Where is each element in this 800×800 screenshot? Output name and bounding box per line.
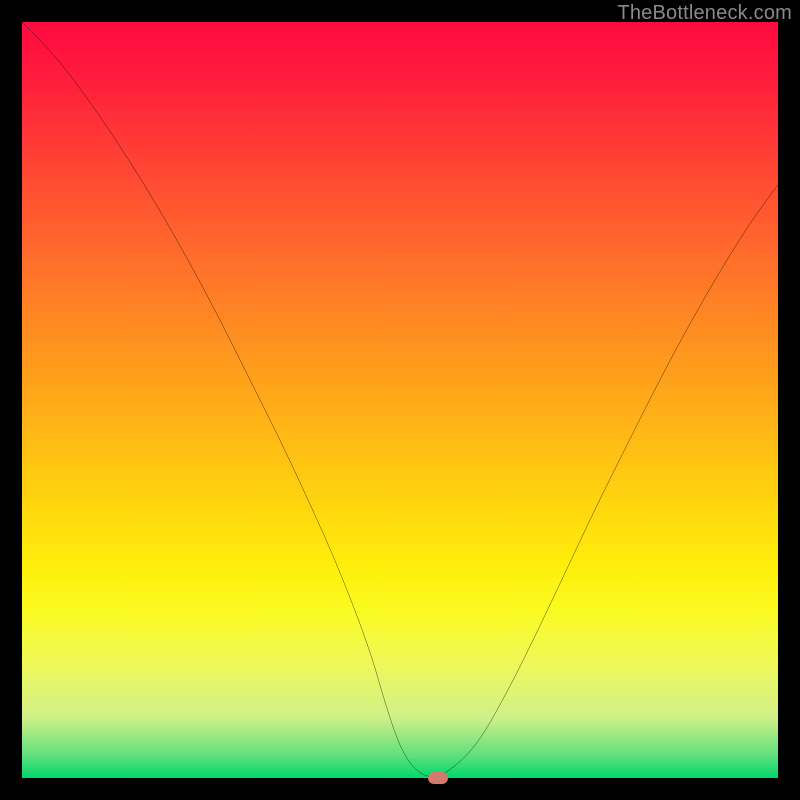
bottleneck-curve — [22, 22, 778, 778]
optimal-marker — [428, 772, 448, 784]
watermark-text: TheBottleneck.com — [617, 2, 792, 25]
plot-area — [22, 22, 778, 778]
curve-path — [22, 22, 778, 777]
chart-container: TheBottleneck.com — [0, 0, 800, 800]
